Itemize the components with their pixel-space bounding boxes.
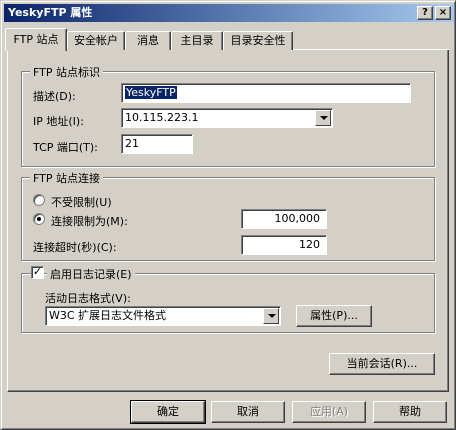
help-footer-button[interactable]: 帮助 xyxy=(373,401,447,423)
ip-dropdown-arrow-icon[interactable] xyxy=(315,110,331,126)
apply-button[interactable]: 应用(A) xyxy=(292,401,366,423)
tab-home-directory[interactable]: 主目录 xyxy=(171,31,223,50)
cancel-button[interactable]: 取消 xyxy=(211,401,285,423)
limited-label: 连接限制为(M): xyxy=(51,215,128,228)
unlimited-radio[interactable] xyxy=(33,194,45,206)
tcp-port-input[interactable]: 21 xyxy=(121,134,193,154)
log-format-value: W3C 扩展日志文件格式 xyxy=(49,309,167,322)
window-title: YeskyFTP 属性 xyxy=(8,6,93,19)
description-input[interactable]: YeskyFTP xyxy=(121,83,411,103)
connection-limit-input[interactable]: 100,000 xyxy=(241,209,327,229)
timeout-input[interactable]: 120 xyxy=(241,235,327,255)
log-format-label: 活动日志格式(V): xyxy=(45,292,131,305)
enable-logging-checkbox[interactable]: ✓ xyxy=(31,266,44,279)
description-label: 描述(D): xyxy=(33,90,76,103)
tab-messages[interactable]: 消息 xyxy=(125,31,171,50)
tcp-port-label: TCP 端口(T): xyxy=(33,141,98,154)
tab-ftp-site[interactable]: FTP 站点 xyxy=(5,28,67,51)
tcp-port-value: 21 xyxy=(125,137,139,150)
ip-address-select[interactable]: 10.115.223.1 xyxy=(121,108,333,128)
help-button[interactable]: ? xyxy=(417,6,433,20)
connections-group-label: FTP 站点连接 xyxy=(30,170,103,186)
ip-address-label: IP 地址(I): xyxy=(33,115,84,128)
unlimited-label: 不受限制(U) xyxy=(51,196,112,209)
current-sessions-button[interactable]: 当前会话(R)... xyxy=(329,353,435,375)
ok-button[interactable]: 确定 xyxy=(130,400,206,424)
log-format-dropdown-arrow-icon[interactable] xyxy=(263,308,279,324)
enable-logging-label: 启用日志记录(E) xyxy=(47,266,135,282)
tab-directory-security[interactable]: 目录安全性 xyxy=(223,31,293,50)
log-properties-button[interactable]: 属性(P)... xyxy=(296,305,372,327)
timeout-value: 120 xyxy=(299,238,320,251)
checkmark-icon: ✓ xyxy=(32,265,43,278)
title-bar: YeskyFTP 属性 xyxy=(4,4,454,22)
limited-radio[interactable] xyxy=(33,213,45,225)
tab-security-accounts[interactable]: 安全帐户 xyxy=(67,31,125,50)
description-value: YeskyFTP xyxy=(125,86,177,99)
timeout-label: 连接超时(秒)(C): xyxy=(33,241,117,254)
site-identity-group-label: FTP 站点标识 xyxy=(30,64,103,80)
ip-address-value: 10.115.223.1 xyxy=(125,111,199,124)
log-format-select[interactable]: W3C 扩展日志文件格式 xyxy=(45,306,281,326)
close-button[interactable]: × xyxy=(435,6,451,20)
connection-limit-value: 100,000 xyxy=(274,212,321,225)
properties-dialog: YeskyFTP 属性 ? × FTP 站点 安全帐户 消息 主目录 目录安全性… xyxy=(0,0,456,430)
